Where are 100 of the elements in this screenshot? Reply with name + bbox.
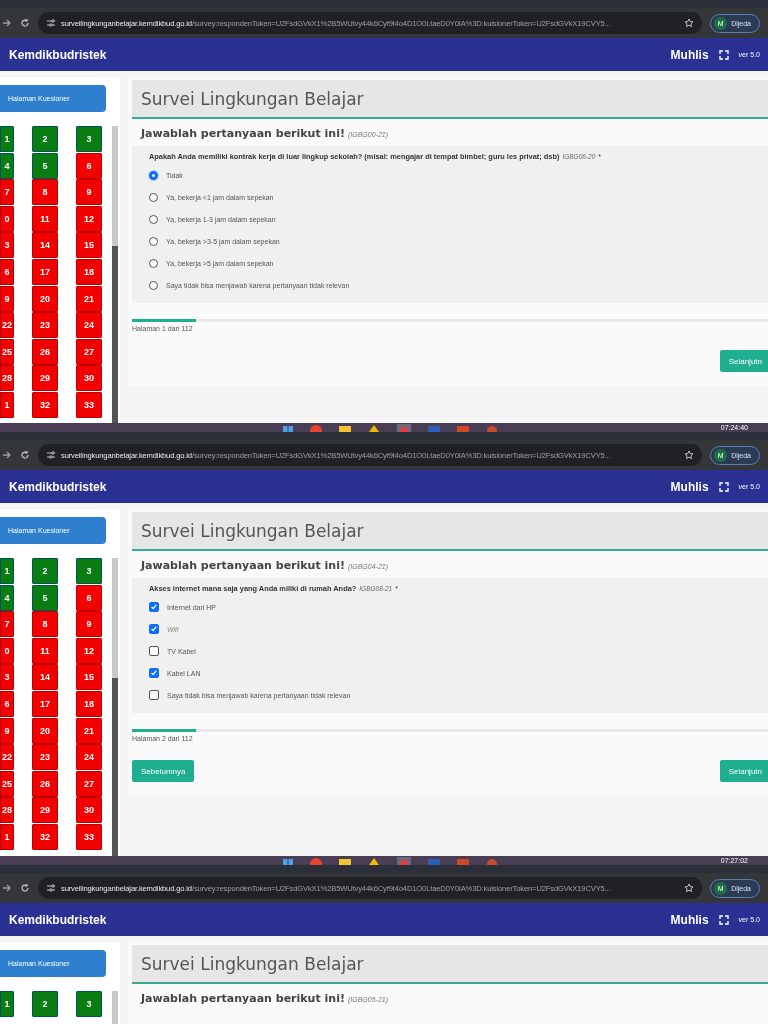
page-number-button[interactable]: 9 <box>0 717 14 744</box>
checkbox[interactable] <box>149 668 159 678</box>
page-number-button[interactable]: 15 <box>76 664 102 691</box>
folder-icon[interactable] <box>338 857 351 865</box>
fullscreen-icon[interactable] <box>718 49 729 60</box>
page-number-button[interactable]: 22 <box>0 744 14 771</box>
page-number-button[interactable]: 5 <box>32 152 58 179</box>
page-number-button[interactable]: 28 <box>0 797 14 824</box>
radio-button[interactable] <box>149 236 158 246</box>
reload-icon[interactable] <box>20 450 30 460</box>
forward-arrow-icon[interactable] <box>2 450 12 460</box>
triangle-app-icon[interactable] <box>367 857 380 865</box>
page-number-button[interactable]: 23 <box>32 744 58 771</box>
page-number-button[interactable]: 30 <box>76 365 102 392</box>
page-number-button[interactable]: 24 <box>76 312 102 339</box>
page-number-button[interactable]: 27 <box>76 770 102 797</box>
bookmark-star-icon[interactable] <box>684 450 695 460</box>
windows-icon[interactable] <box>282 857 293 865</box>
page-number-button[interactable]: 7 <box>0 179 14 206</box>
page-number-button[interactable]: 7 <box>0 611 14 638</box>
page-number-button[interactable]: 29 <box>32 365 58 392</box>
scrollbar[interactable] <box>112 126 118 426</box>
next-button[interactable]: Selanjutn <box>719 350 768 372</box>
page-number-button[interactable]: 28 <box>0 365 14 392</box>
scrollbar-thumb[interactable] <box>112 678 118 858</box>
fullscreen-icon[interactable] <box>718 481 729 492</box>
page-number-button[interactable]: 32 <box>32 823 58 850</box>
site-info-icon[interactable] <box>46 451 56 459</box>
page-number-button[interactable]: 6 <box>0 258 14 285</box>
radio-button[interactable] <box>149 258 158 268</box>
round-app-icon[interactable] <box>485 857 498 865</box>
page-number-button[interactable]: 0 <box>0 205 14 232</box>
page-number-button[interactable]: 9 <box>76 611 102 638</box>
page-number-button[interactable]: 30 <box>76 797 102 824</box>
presentation-app-icon[interactable] <box>456 424 469 432</box>
page-number-button[interactable]: 18 <box>76 258 102 285</box>
page-number-button[interactable]: 4 <box>0 584 14 611</box>
page-number-button[interactable]: 33 <box>76 391 102 418</box>
page-number-button[interactable]: 21 <box>76 717 102 744</box>
page-number-button[interactable]: 33 <box>76 823 102 850</box>
site-info-icon[interactable] <box>46 884 56 892</box>
page-number-button[interactable]: 23 <box>32 312 58 339</box>
reload-icon[interactable] <box>20 883 30 893</box>
page-number-button[interactable]: 21 <box>76 285 102 312</box>
page-number-button[interactable]: 2 <box>32 126 58 152</box>
page-number-button[interactable]: 20 <box>32 717 58 744</box>
page-number-button[interactable]: 32 <box>32 391 58 418</box>
page-number-button[interactable]: 3 <box>76 991 102 1017</box>
scrollbar[interactable] <box>112 558 118 858</box>
browser-icon[interactable] <box>309 857 322 865</box>
radio-button[interactable] <box>149 170 158 180</box>
reload-icon[interactable] <box>20 18 30 28</box>
page-number-button[interactable]: 14 <box>32 664 58 691</box>
page-number-button[interactable]: 25 <box>0 770 14 797</box>
next-button[interactable]: Selanjutn <box>719 760 768 782</box>
bookmark-star-icon[interactable] <box>684 18 695 28</box>
windows-icon[interactable] <box>282 424 293 432</box>
browser-icon[interactable] <box>309 424 322 432</box>
page-number-button[interactable]: 3 <box>0 664 14 691</box>
radio-button[interactable] <box>149 192 158 202</box>
page-number-button[interactable]: 26 <box>32 338 58 365</box>
scrollbar-thumb[interactable] <box>112 246 118 426</box>
page-number-button[interactable]: 0 <box>0 637 14 664</box>
checkbox[interactable] <box>149 624 159 634</box>
page-number-button[interactable]: 1 <box>0 126 14 152</box>
page-number-button[interactable]: 26 <box>32 770 58 797</box>
page-number-button[interactable]: 12 <box>76 205 102 232</box>
page-number-button[interactable]: 3 <box>0 232 14 259</box>
page-number-button[interactable]: 8 <box>32 179 58 206</box>
page-number-button[interactable]: 9 <box>76 179 102 206</box>
page-number-button[interactable]: 5 <box>32 584 58 611</box>
page-number-button[interactable]: 4 <box>0 152 14 179</box>
page-number-button[interactable]: 6 <box>0 690 14 717</box>
page-number-button[interactable]: 2 <box>32 558 58 584</box>
page-number-button[interactable]: 25 <box>0 338 14 365</box>
page-number-button[interactable]: 2 <box>32 991 58 1017</box>
page-number-button[interactable]: 24 <box>76 744 102 771</box>
page-number-button[interactable]: 8 <box>32 611 58 638</box>
page-number-button[interactable]: 3 <box>76 126 102 152</box>
checkbox[interactable] <box>149 602 159 612</box>
site-info-icon[interactable] <box>46 19 56 27</box>
page-number-button[interactable]: 27 <box>76 338 102 365</box>
page-number-button[interactable]: 29 <box>32 797 58 824</box>
page-number-button[interactable]: 3 <box>76 558 102 584</box>
page-number-button[interactable]: 17 <box>32 258 58 285</box>
checkbox[interactable] <box>149 690 159 700</box>
checkbox[interactable] <box>149 646 159 656</box>
folder-icon[interactable] <box>338 424 351 432</box>
radio-button[interactable] <box>149 280 158 290</box>
forward-arrow-icon[interactable] <box>2 18 12 28</box>
page-number-button[interactable]: 1 <box>0 391 14 418</box>
page-number-button[interactable]: 17 <box>32 690 58 717</box>
triangle-app-icon[interactable] <box>367 424 380 432</box>
page-number-button[interactable]: 6 <box>76 152 102 179</box>
page-number-button[interactable]: 1 <box>0 558 14 584</box>
forward-arrow-icon[interactable] <box>2 883 12 893</box>
page-number-button[interactable]: 9 <box>0 285 14 312</box>
page-number-button[interactable]: 1 <box>0 823 14 850</box>
bookmark-star-icon[interactable] <box>684 883 695 893</box>
page-number-button[interactable]: 11 <box>32 637 58 664</box>
